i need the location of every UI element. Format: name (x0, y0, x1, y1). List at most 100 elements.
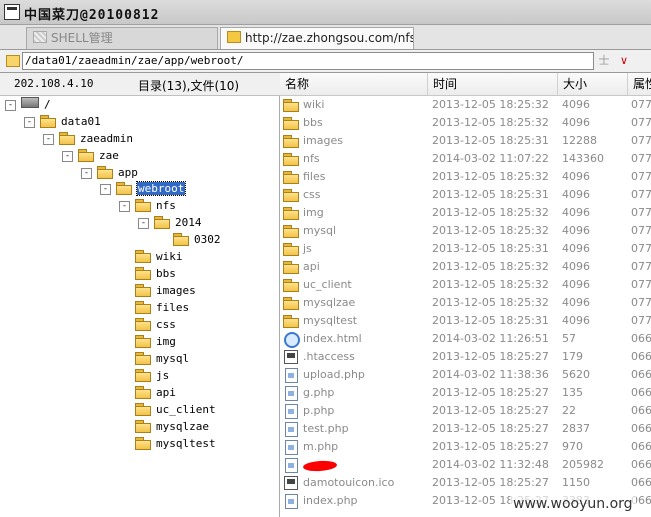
redaction-mark (302, 459, 338, 473)
tab-file-manager[interactable]: http://zae.zhongsou.com/nfs//2... (220, 27, 414, 49)
list-item[interactable]: uc_client 2013-12-05 18:25:32 4096 077 (280, 276, 651, 294)
file-attr: 066 (631, 476, 651, 489)
tree-node[interactable]: - nfs (119, 198, 176, 214)
list-item[interactable]: mysqlzae 2013-12-05 18:25:32 4096 077 (280, 294, 651, 312)
tree-node[interactable]: wiki (119, 249, 183, 265)
list-item[interactable]: api 2013-12-05 18:25:32 4096 077 (280, 258, 651, 276)
list-item[interactable]: p.php 2013-12-05 18:25:27 22 066 (280, 402, 651, 420)
tree-node[interactable]: - data01 (24, 114, 101, 130)
file-time: 2013-12-05 18:25:27 (432, 422, 549, 435)
column-name[interactable]: 名称 (280, 73, 428, 95)
collapse-icon[interactable]: - (138, 218, 149, 229)
list-item[interactable]: files 2013-12-05 18:25:32 4096 077 (280, 168, 651, 186)
list-item[interactable]: bbs 2013-12-05 18:25:32 4096 077 (280, 114, 651, 132)
folder-icon (283, 116, 299, 130)
tree-node[interactable]: - webroot (100, 181, 187, 197)
address-bar: /data01/zaeadmin/zae/app/webroot/ 士 ∨ (0, 50, 651, 73)
collapse-icon[interactable]: - (81, 168, 92, 179)
tree-node[interactable]: - zaeadmin (43, 131, 133, 147)
file-size: 970 (562, 440, 583, 453)
file-time: 2013-12-05 18:25:27 (432, 476, 549, 489)
tree-node-label: 0302 (194, 233, 221, 246)
bookmark-icon[interactable]: 士 (595, 52, 613, 70)
file-name: files (303, 170, 326, 183)
file-time: 2014-03-02 11:38:36 (432, 368, 549, 381)
tree-node-label: img (156, 335, 176, 348)
folder-icon (283, 98, 299, 112)
tree-node[interactable]: mysql (119, 351, 189, 367)
tree-node[interactable]: files (119, 300, 189, 316)
list-item[interactable]: mysqltest 2013-12-05 18:25:31 4096 077 (280, 312, 651, 330)
list-item[interactable]: g.php 2013-12-05 18:25:27 135 066 (280, 384, 651, 402)
tree-node[interactable]: mysqlzae (119, 419, 209, 435)
collapse-icon[interactable]: - (62, 151, 73, 162)
list-item[interactable]: .htaccess 2013-12-05 18:25:27 179 066 (280, 348, 651, 366)
file-name: p.php (303, 404, 335, 417)
file-name: index.html (303, 332, 362, 345)
list-item[interactable]: js 2013-12-05 18:25:31 4096 077 (280, 240, 651, 258)
file-time: 2013-12-05 18:25:32 (432, 170, 549, 183)
file-attr: 066 (631, 404, 651, 417)
file-name: api (303, 260, 320, 273)
list-item[interactable]: nfs 2014-03-02 11:07:22 143360 077 (280, 150, 651, 168)
collapse-icon[interactable]: - (119, 201, 130, 212)
tree-node[interactable]: images (119, 283, 196, 299)
list-item[interactable]: damotouicon.ico 2013-12-05 18:25:27 1150 06… (280, 474, 651, 492)
file-name: nfs (303, 152, 320, 165)
tree-node[interactable]: - / (5, 97, 51, 113)
tree-node[interactable]: css (119, 317, 176, 333)
tab-shell-manager[interactable]: SHELL管理 (26, 27, 218, 49)
collapse-icon[interactable]: - (43, 134, 54, 145)
file-time: 2014-03-02 11:07:22 (432, 152, 549, 165)
tree-node[interactable]: - app (81, 165, 138, 181)
tree-node[interactable]: img (119, 334, 176, 350)
list-item[interactable]: m.php 2013-12-05 18:25:27 970 066 (280, 438, 651, 456)
tree-node[interactable]: uc_client (119, 402, 216, 418)
server-ip: 202.108.4.10 (14, 77, 94, 90)
file-size: 4096 (562, 314, 590, 327)
list-header: 名称 时间 大小 属性 (280, 73, 651, 96)
file-time: 2013-12-05 18:25:32 (432, 98, 549, 111)
collapse-icon[interactable]: - (24, 117, 35, 128)
list-item[interactable]: upload.php 2014-03-02 11:38:36 5620 066 (280, 366, 651, 384)
list-item[interactable]: index.html 2014-03-02 11:26:51 57 066 (280, 330, 651, 348)
tree-node[interactable]: - 2014 (138, 215, 202, 231)
list-item[interactable]: test.php 2013-12-05 18:25:27 2837 066 (280, 420, 651, 438)
tree-node-label: uc_client (156, 403, 216, 416)
item-count: 目录(13),文件(10) (138, 79, 240, 93)
tree-node-label: mysqlzae (156, 420, 209, 433)
tree-node[interactable]: - zae (62, 148, 119, 164)
file-attr: 066 (631, 386, 651, 399)
list-item[interactable]: mysql 2013-12-05 18:25:32 4096 077 (280, 222, 651, 240)
tree-node-label: mysqltest (156, 437, 216, 450)
tree-node[interactable]: mysqltest (119, 436, 216, 452)
list-item[interactable]: 2014-03-02 11:32:48 205982 066 (280, 456, 651, 474)
file-icon (285, 386, 298, 401)
drive-icon (21, 97, 39, 108)
file-time: 2013-12-05 18:25:27 (432, 404, 549, 417)
chevron-down-icon[interactable]: ∨ (615, 52, 633, 70)
list-item[interactable]: wiki 2013-12-05 18:25:32 4096 077 (280, 96, 651, 114)
list-item[interactable]: img 2013-12-05 18:25:32 4096 077 (280, 204, 651, 222)
file-attr: 066 (631, 440, 651, 453)
folder-icon (135, 403, 151, 416)
collapse-icon[interactable]: - (100, 184, 111, 195)
collapse-icon[interactable]: - (5, 100, 16, 111)
column-attr[interactable]: 属性 (628, 73, 651, 95)
tree-node[interactable]: bbs (119, 266, 176, 282)
list-item[interactable]: images 2013-12-05 18:25:31 12288 077 (280, 132, 651, 150)
column-time[interactable]: 时间 (428, 73, 558, 95)
path-input[interactable]: /data01/zaeadmin/zae/app/webroot/ (22, 52, 594, 70)
column-size[interactable]: 大小 (558, 73, 628, 95)
list-item[interactable]: css 2013-12-05 18:25:31 4096 077 (280, 186, 651, 204)
file-attr: 077 (631, 170, 651, 183)
file-attr: 077 (631, 224, 651, 237)
tree-node-label: 2014 (175, 216, 202, 229)
file-size: 4096 (562, 296, 590, 309)
file-size: 179 (562, 350, 583, 363)
tree-node[interactable]: 0302 (157, 232, 221, 248)
tree-node[interactable]: api (119, 385, 176, 401)
file-size: 4096 (562, 206, 590, 219)
tree-node[interactable]: js (119, 368, 169, 384)
tree-node-label: webroot (135, 181, 187, 196)
